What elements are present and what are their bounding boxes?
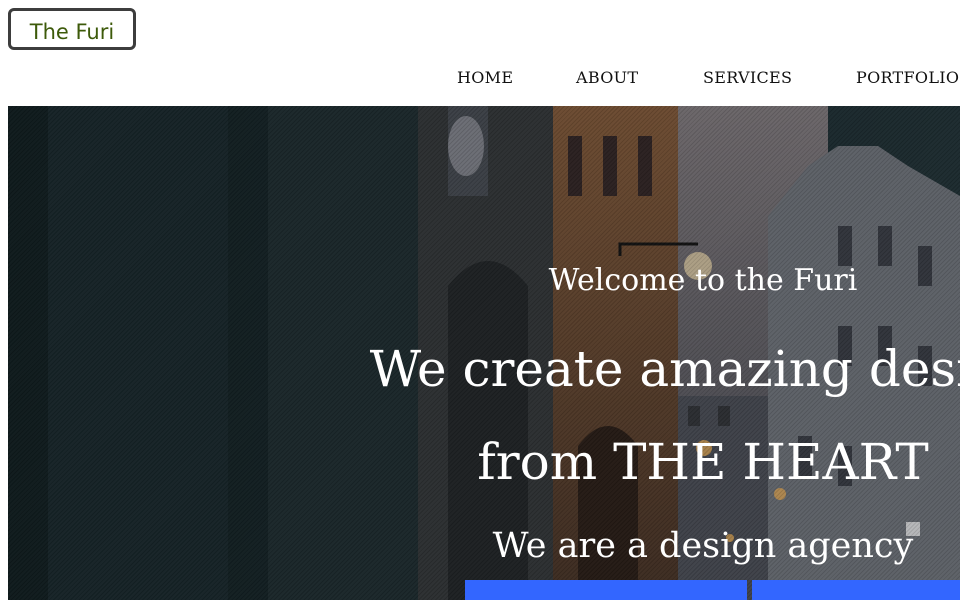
site-logo[interactable]: The Furi (8, 8, 136, 50)
nav-services[interactable]: SERVICES (703, 68, 792, 87)
hero-headline-line2: from THE HEART (477, 433, 929, 491)
main-nav: HOME ABOUT SERVICES PORTFOLIO (0, 68, 960, 92)
hero-section: Welcome to the Furi We create amazing de… (8, 106, 960, 600)
nav-portfolio[interactable]: PORTFOLIO (856, 68, 959, 87)
hero-headline-line1: We create amazing design (369, 340, 960, 398)
nav-about[interactable]: ABOUT (576, 68, 638, 87)
hero-primary-button[interactable] (465, 580, 747, 600)
logo-text: The Furi (29, 20, 115, 44)
hero-welcome-text: Welcome to the Furi (548, 263, 858, 298)
nav-home[interactable]: HOME (457, 68, 513, 87)
hero-tagline: We are a design agency (492, 526, 914, 566)
hero-secondary-button[interactable] (752, 580, 960, 600)
